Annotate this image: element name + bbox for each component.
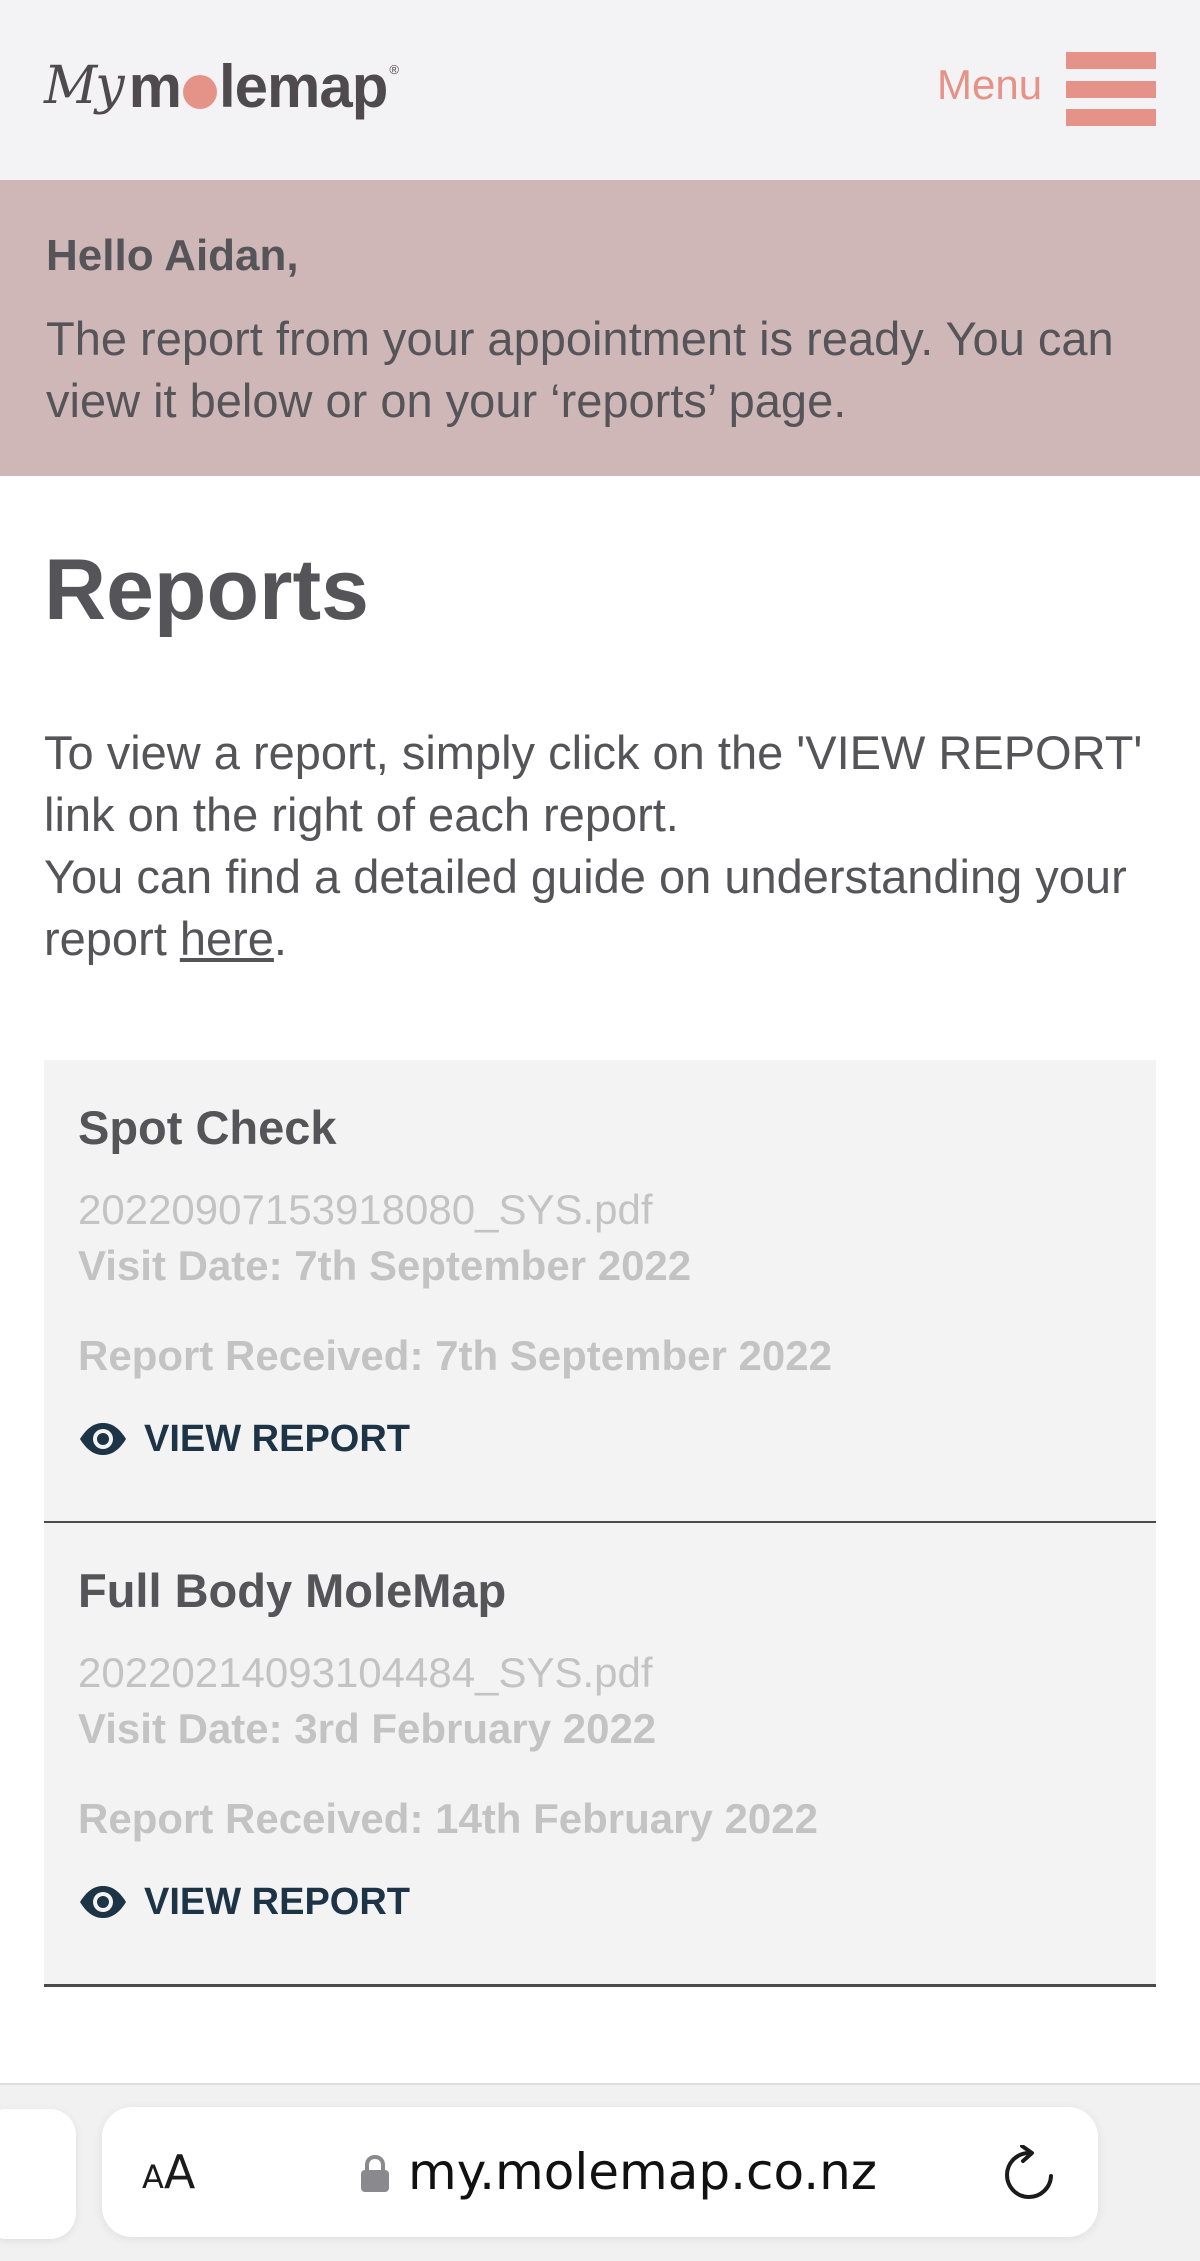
lock-icon [361, 2155, 389, 2192]
logo-dot [182, 75, 217, 109]
logo-registered-mark: ® [389, 62, 399, 77]
banner-greeting: Hello Aidan, [46, 231, 299, 280]
previous-tab-stub[interactable] [0, 2109, 76, 2239]
banner-message: The report from your appointment is read… [46, 312, 1114, 427]
eye-icon [80, 1886, 126, 1918]
intro-line-1: To view a report, simply click on the 'V… [44, 726, 1143, 841]
notification-banner: Hello Aidan, The report from your appoin… [0, 180, 1200, 476]
intro-text: To view a report, simply click on the 'V… [44, 722, 1184, 970]
intro-line-2: You can find a detailed guide on underst… [44, 850, 1127, 965]
report-visit-date: Visit Date: 3rd February 2022 [78, 1705, 657, 1752]
report-filename: 20220907153918080_SYS.pdf [78, 1186, 653, 1233]
report-card: Full Body MoleMap 20220214093104484_SYS.… [44, 1523, 1156, 1987]
text-size-button[interactable]: AA [142, 2145, 195, 2199]
view-report-button[interactable]: VIEW REPORT [78, 1414, 1156, 1464]
site-header: My m lemap ® Menu [0, 0, 1200, 180]
hamburger-menu-icon[interactable] [1066, 52, 1156, 126]
browser-toolbar: AA my.molemap.co.nz [0, 2083, 1200, 2261]
view-report-button[interactable]: VIEW REPORT [78, 1877, 1156, 1927]
view-report-label: VIEW REPORT [144, 1418, 411, 1460]
logo-wordmark: m lemap [128, 53, 389, 120]
page-title: Reports [44, 542, 369, 638]
report-title: Full Body MoleMap [78, 1564, 507, 1617]
reload-icon[interactable] [1002, 2145, 1056, 2203]
report-received-date: Report Received: 7th September 2022 [78, 1332, 832, 1379]
menu-label[interactable]: Menu [937, 60, 1042, 110]
view-report-label: VIEW REPORT [144, 1881, 411, 1923]
eye-icon [80, 1423, 126, 1455]
guide-link[interactable]: here [180, 912, 274, 965]
report-visit-date: Visit Date: 7th September 2022 [78, 1242, 692, 1289]
logo-script: My [44, 56, 125, 116]
report-filename: 20220214093104484_SYS.pdf [78, 1649, 653, 1696]
mymolemap-logo[interactable]: My m lemap ® [44, 52, 399, 142]
address-bar[interactable]: AA my.molemap.co.nz [102, 2107, 1098, 2237]
url-text[interactable]: my.molemap.co.nz [408, 2143, 877, 2201]
report-card: Spot Check 20220907153918080_SYS.pdf Vis… [44, 1060, 1156, 1524]
report-received-date: Report Received: 14th February 2022 [78, 1795, 818, 1842]
report-title: Spot Check [78, 1101, 337, 1154]
